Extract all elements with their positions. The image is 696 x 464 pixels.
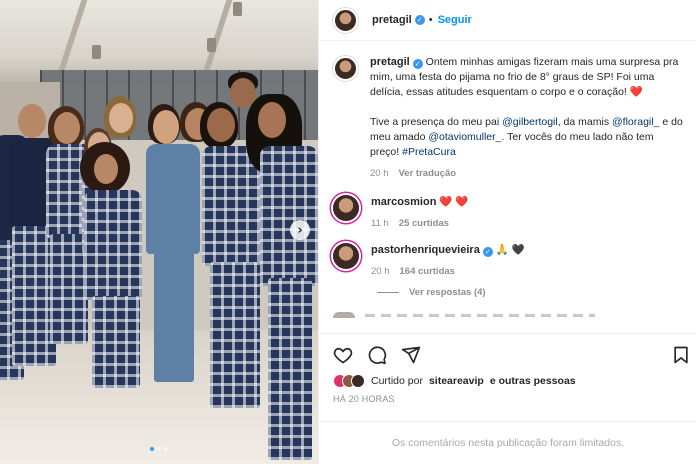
ceiling-lamp — [207, 38, 216, 52]
ceiling-lamp — [92, 45, 101, 59]
comment-body: ❤️ ❤️ — [439, 196, 469, 208]
comment-text: pastorhenriquevieira ✓ 🙏 🖤 — [371, 243, 525, 258]
comments-limited-notice: Os comentários nesta publicação foram li… — [319, 421, 696, 464]
mention-link[interactable]: @floragil_ — [612, 116, 659, 128]
liked-by-user[interactable]: siteareavip — [429, 375, 484, 387]
separator: • — [428, 14, 433, 26]
ceiling-lamp — [233, 2, 242, 16]
mention-link[interactable]: @otaviomuller_ — [428, 131, 501, 143]
follow-button[interactable]: Seguir — [438, 14, 472, 26]
comment-likes[interactable]: 164 curtidas — [400, 266, 455, 277]
comment-meta: 20 h 164 curtidas — [371, 266, 525, 277]
post-header: pretagil ✓ • Seguir — [319, 0, 696, 41]
caption-text: pretagil ✓ Ontem minhas amigas fizeram ma… — [370, 55, 683, 160]
post-timestamp: HÁ 20 HORAS — [333, 394, 395, 404]
liked-by-others[interactable]: e outras pessoas — [490, 375, 576, 387]
caption-username[interactable]: pretagil — [370, 56, 410, 68]
mention-link[interactable]: @gilbertogil — [502, 116, 558, 128]
comment-text: marcosmion ❤️ ❤️ — [371, 195, 468, 210]
replies-line — [377, 292, 399, 293]
carousel-dot — [150, 447, 154, 451]
verified-badge-icon: ✓ — [412, 59, 423, 69]
send-icon[interactable] — [401, 345, 421, 365]
pray-emoji: 🙏 — [495, 244, 509, 256]
see-translation-button[interactable]: Ver tradução — [399, 168, 457, 179]
comment-meta: 11 h 25 curtidas — [371, 218, 468, 229]
likes-summary: Curtido por siteareavip e outras pessoas — [333, 374, 683, 388]
comment-username[interactable]: pastorhenriquevieira — [371, 244, 480, 256]
comment-time: 11 h — [371, 218, 389, 229]
avatar — [351, 374, 365, 388]
post-actions: Curtido por siteareavip e outras pessoas… — [319, 333, 696, 404]
avatar[interactable] — [333, 7, 358, 33]
caption-body-2b: , da mamis — [557, 116, 610, 128]
carousel-dot — [157, 447, 161, 451]
post-photo[interactable]: › — [0, 0, 318, 464]
comments-section: pretagil ✓ Ontem minhas amigas fizeram ma… — [319, 41, 696, 333]
author-username[interactable]: pretagil — [372, 14, 412, 26]
hashtag-link[interactable]: #PretaCura — [402, 146, 456, 158]
comment-time: 20 h — [371, 266, 390, 277]
liker-avatars — [333, 374, 365, 388]
carousel-dots — [0, 447, 318, 451]
caption-time: 20 h — [370, 168, 389, 179]
caption-meta: 20 h Ver tradução — [370, 168, 683, 179]
avatar[interactable] — [333, 243, 359, 269]
comment-likes[interactable]: 25 curtidas — [399, 218, 449, 229]
heart-icon[interactable] — [333, 345, 353, 365]
verified-badge-icon: ✓ — [482, 247, 493, 257]
chevron-right-icon[interactable]: › — [290, 220, 310, 240]
view-replies-label: Ver respostas (4) — [409, 287, 486, 298]
carousel-dot — [164, 447, 168, 451]
post-side-panel: pretagil ✓ • Seguir pretagil ✓ Ontem minh… — [318, 0, 696, 464]
verified-badge-icon: ✓ — [414, 15, 425, 25]
comment: pastorhenriquevieira ✓ 🙏 🖤 20 h 164 curti… — [333, 243, 683, 277]
comment-icon[interactable] — [367, 345, 387, 365]
comment: marcosmion ❤️ ❤️ 11 h 25 curtidas — [333, 195, 683, 229]
bookmark-icon[interactable] — [671, 345, 691, 365]
comment-username[interactable]: marcosmion — [371, 196, 436, 208]
caption-body-2a: Tive a presença do meu pai — [370, 116, 500, 128]
next-comment-partial — [333, 312, 683, 318]
avatar[interactable] — [333, 56, 358, 81]
liked-by-prefix: Curtido por — [371, 375, 423, 387]
avatar[interactable] — [333, 195, 359, 221]
black-heart-emoji: 🖤 — [511, 244, 525, 256]
view-replies-button[interactable]: Ver respostas (4) — [377, 287, 683, 298]
red-heart-emoji: ❤️ — [629, 86, 643, 98]
caption: pretagil ✓ Ontem minhas amigas fizeram ma… — [333, 55, 683, 179]
